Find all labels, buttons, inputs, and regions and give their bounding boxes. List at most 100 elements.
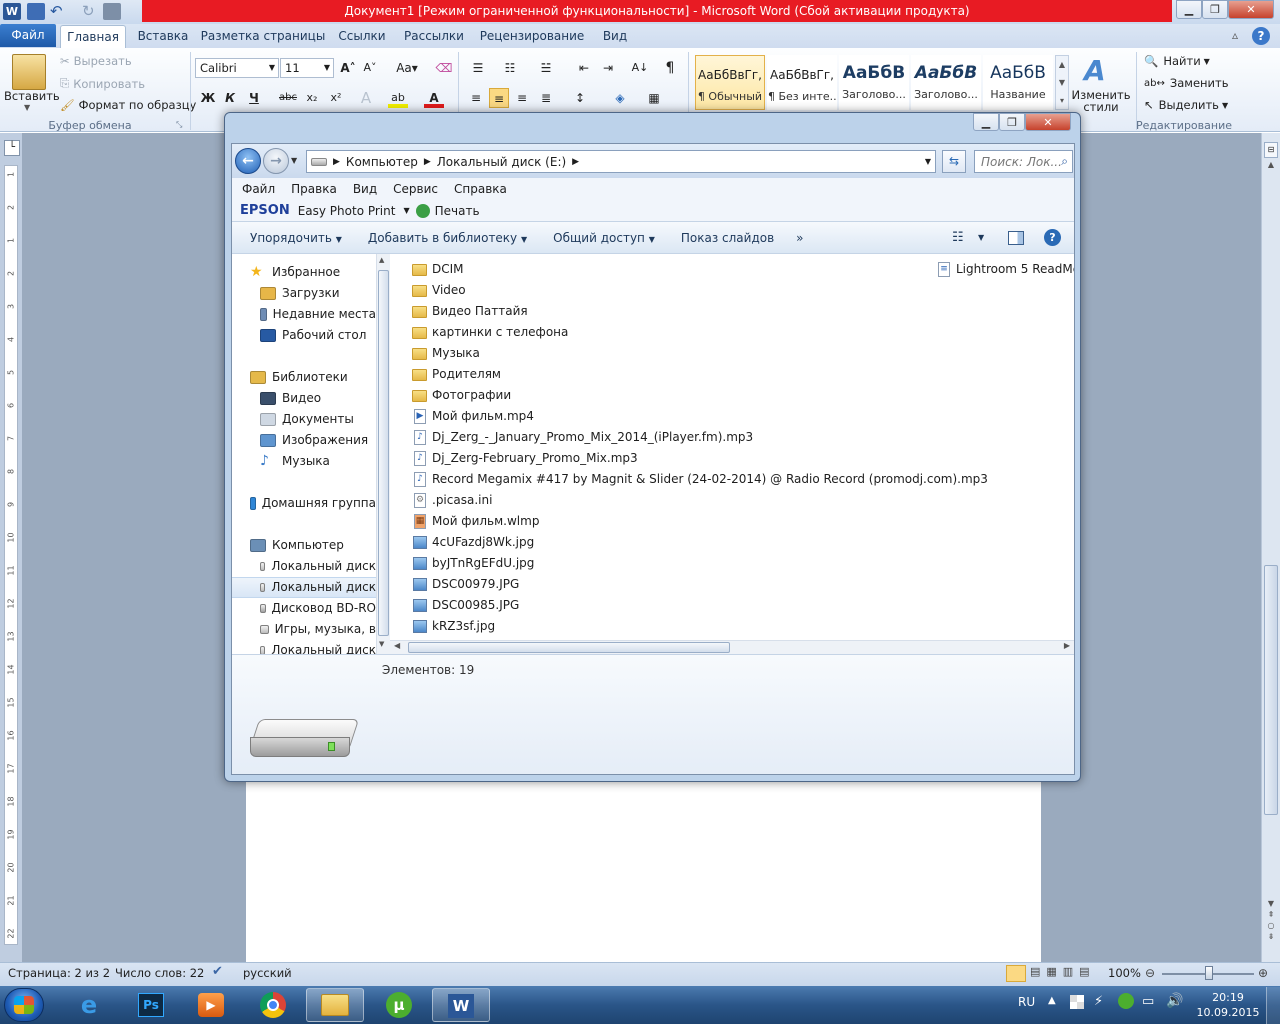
volume-icon[interactable]: 🔊 [1166, 993, 1183, 1009]
subscript-icon[interactable]: x₂ [302, 88, 322, 108]
page-count[interactable]: Страница: 2 из 2 [8, 966, 110, 980]
recent-pages-icon[interactable]: ▼ [291, 156, 297, 165]
nav-item[interactable]: ★ Избранное [232, 262, 376, 283]
change-styles-icon[interactable]: A [1084, 54, 1106, 87]
redo-icon[interactable]: ↻ [82, 3, 100, 20]
ruler-toggle-icon[interactable]: ⊟ [1264, 142, 1278, 158]
file-item[interactable]: Видео Паттайя [412, 301, 528, 322]
decrease-indent-icon[interactable]: ⇤ [574, 58, 594, 78]
taskbar-photoshop[interactable]: Ps [122, 988, 180, 1022]
refresh-icon[interactable]: ⇆ [942, 150, 966, 173]
copy-button[interactable]: ⎘ Копировать [60, 76, 145, 91]
tab-view[interactable]: Вид [596, 24, 634, 48]
styles-scroll-icon[interactable]: ▲ ▼ ▾ [1055, 55, 1069, 110]
underline-icon[interactable]: Ч [244, 88, 264, 108]
file-item[interactable]: DSC00985.JPG [412, 595, 519, 616]
menu-view[interactable]: Вид [353, 182, 377, 196]
word-app-icon[interactable]: W [3, 3, 21, 20]
style-heading-1[interactable]: АаБбВ Заголово... [839, 55, 909, 110]
cut-button[interactable]: ✂ Вырезать [60, 54, 132, 68]
file-item[interactable]: Фотографии [412, 385, 511, 406]
help-icon[interactable]: ? [1252, 27, 1270, 45]
file-item[interactable]: byJTnRgEFdU.jpg [412, 553, 534, 574]
forward-button[interactable]: → [263, 148, 289, 174]
show-desktop-button[interactable] [1266, 987, 1280, 1024]
nav-item[interactable]: Загрузки [232, 283, 376, 304]
font-size-combo[interactable]: 11 ▼ [280, 58, 334, 78]
utorrent-tray-icon[interactable] [1118, 993, 1134, 1009]
print-button[interactable]: Печать [435, 204, 480, 218]
file-item[interactable]: ♪ Dj_Zerg-February_Promo_Mix.mp3 [412, 448, 638, 469]
preview-pane-icon[interactable] [1008, 230, 1024, 245]
text-effects-icon[interactable]: A [356, 88, 376, 108]
shrink-font-icon[interactable]: A˅ [360, 58, 380, 78]
file-item[interactable]: DSC00979.JPG [412, 574, 519, 595]
paste-button[interactable]: Вставить [4, 89, 60, 103]
tray-expand-icon[interactable]: ▲ [1048, 995, 1056, 1006]
scroll-down-icon[interactable]: ▼ [379, 640, 384, 648]
nav-item[interactable]: Дисковод BD-RO [232, 598, 376, 619]
taskbar-ie[interactable]: e [60, 988, 118, 1022]
justify-icon[interactable]: ≣ [536, 88, 556, 108]
add-to-library-button[interactable]: Добавить в библиотеку ▼ [368, 231, 527, 245]
save-icon[interactable] [27, 3, 45, 20]
shading-icon[interactable]: ◈ [610, 88, 630, 108]
zoom-in-icon[interactable]: ⊕ [1258, 966, 1268, 980]
menu-edit[interactable]: Правка [291, 182, 337, 196]
scroll-left-icon[interactable]: ◀ [394, 641, 400, 650]
highlight-icon[interactable]: ab [388, 88, 408, 108]
horizontal-scrollbar[interactable]: ◀ ▶ [390, 640, 1074, 654]
file-item[interactable]: DCIM [412, 259, 464, 280]
zoom-slider-thumb[interactable] [1205, 966, 1213, 980]
horizontal-scroll-thumb[interactable] [408, 642, 730, 653]
file-item[interactable]: ♪ Dj_Zerg_-_January_Promo_Mix_2014_(iPlay… [412, 427, 753, 448]
paste-icon[interactable] [12, 54, 46, 90]
file-item[interactable]: ⚙ .picasa.ini [412, 490, 492, 511]
back-button[interactable]: ← [235, 148, 261, 174]
font-name-combo[interactable]: Calibri ▼ [195, 58, 279, 78]
input-language[interactable]: RU [1018, 995, 1035, 1009]
nav-item[interactable]: Библиотеки [232, 367, 376, 388]
print-layout-icon[interactable] [1006, 965, 1026, 982]
menu-tools[interactable]: Сервис [393, 182, 438, 196]
taskbar-explorer[interactable] [306, 988, 364, 1022]
tab-home[interactable]: Главная [60, 25, 126, 49]
style-normal[interactable]: АаБбВвГг, ¶ Обычный [695, 55, 765, 110]
menu-help[interactable]: Справка [454, 182, 507, 196]
network-icon[interactable]: ⚡ [1094, 994, 1103, 1009]
view-buttons-icon[interactable]: ▤▦▥▤ [1030, 965, 1096, 978]
file-item[interactable]: ▦ Мой фильм.wlmp [412, 511, 539, 532]
change-styles-button[interactable]: Изменить стили [1070, 89, 1132, 113]
align-left-icon[interactable]: ≡ [466, 88, 486, 108]
tab-file[interactable]: Файл [0, 24, 56, 47]
explorer-maximize-button[interactable]: ❐ [999, 113, 1025, 131]
nav-item[interactable]: Изображения [232, 430, 376, 451]
file-item[interactable]: ♪ Record Megamix #417 by Magnit & Slider … [412, 469, 988, 490]
scroll-down-icon[interactable]: ▼ ⇞ ○ ⇟ [1264, 898, 1278, 942]
scroll-up-icon[interactable]: ▲ [1264, 160, 1278, 169]
tab-selector-icon[interactable]: └ [4, 140, 20, 156]
display-icon[interactable]: ▭ [1142, 994, 1154, 1009]
change-case-icon[interactable]: Aa▾ [394, 58, 420, 78]
file-item[interactable]: 4cUFazdj8Wk.jpg [412, 532, 534, 553]
vertical-scrollbar[interactable] [1261, 133, 1280, 962]
multilevel-list-icon[interactable]: ☱ [536, 58, 556, 78]
explorer-minimize-button[interactable]: ▁ [973, 113, 999, 131]
file-item[interactable]: kRZ3sf.jpg [412, 616, 495, 637]
font-color-icon[interactable]: A [424, 88, 444, 108]
file-item[interactable]: ▶ Мой фильм.mp4 [412, 406, 534, 427]
pilcrow-icon[interactable]: ¶ [660, 58, 680, 78]
undo-icon[interactable]: ↶ [50, 3, 68, 20]
file-item[interactable]: картинки с телефона [412, 322, 568, 343]
dialog-launcher-icon[interactable]: ⤡ [176, 120, 182, 130]
bullets-icon[interactable]: ☰ [468, 58, 488, 78]
numbering-icon[interactable]: ☷ [500, 58, 520, 78]
organize-button[interactable]: Упорядочить ▼ [250, 231, 342, 245]
share-with-button[interactable]: Общий доступ ▼ [553, 231, 655, 245]
language[interactable]: русский [243, 966, 292, 980]
slideshow-button[interactable]: Показ слайдов [681, 231, 774, 245]
file-item[interactable]: Родителям [412, 364, 501, 385]
view-options-icon[interactable]: ☷ [952, 230, 964, 245]
nav-item[interactable]: Локальный диск [232, 640, 376, 654]
nav-item[interactable]: Рабочий стол [232, 325, 376, 346]
